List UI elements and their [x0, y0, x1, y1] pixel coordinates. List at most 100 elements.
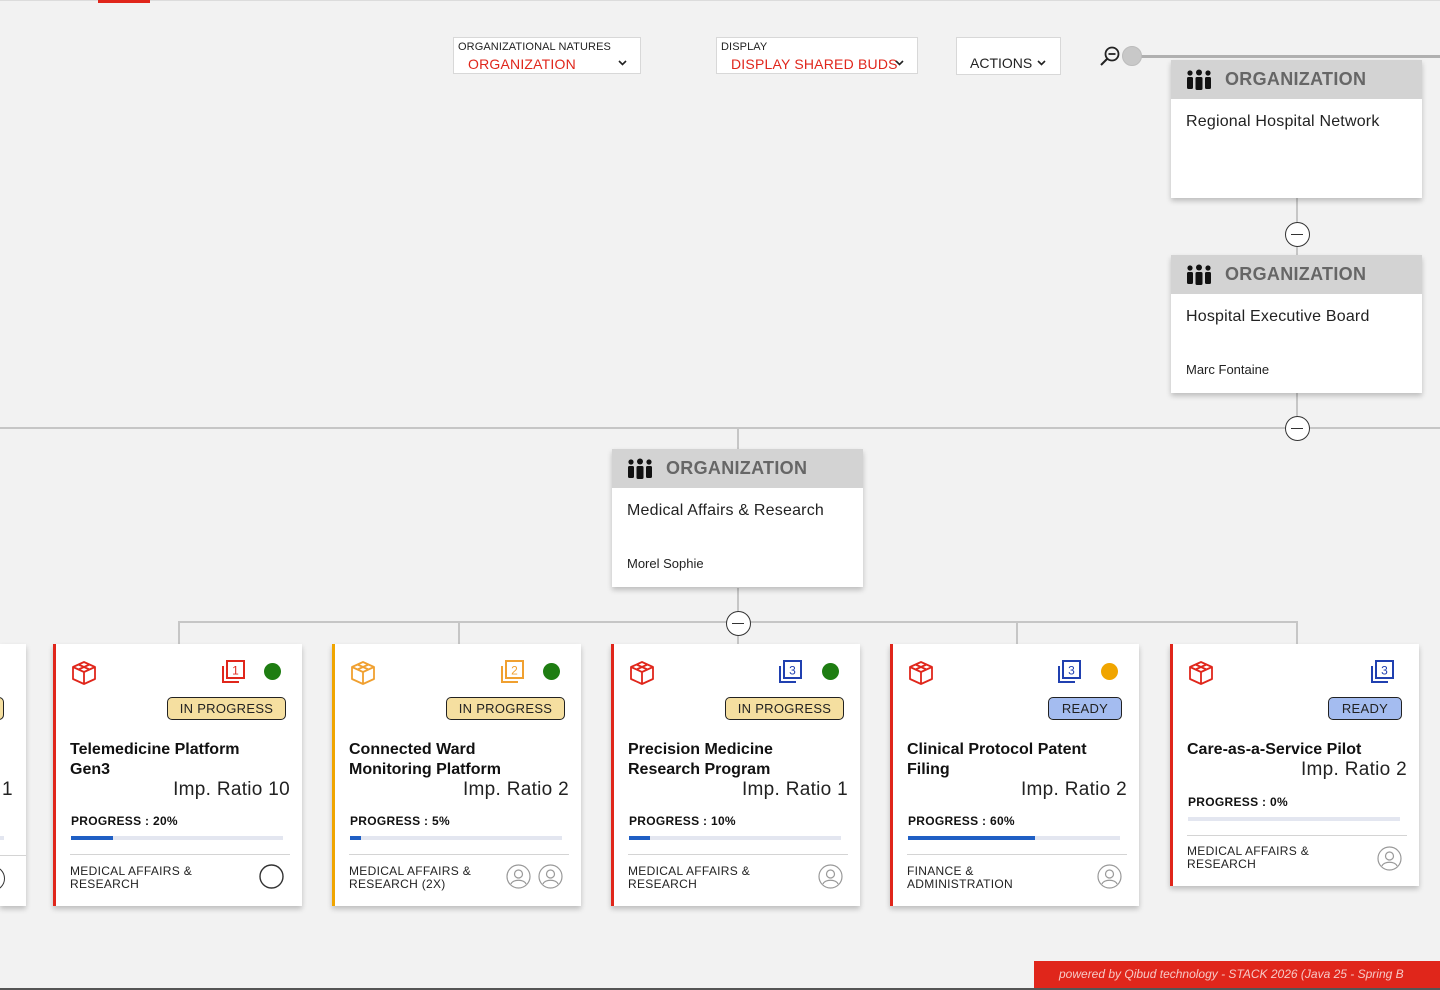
actions-label: ACTIONS	[970, 55, 1033, 71]
bud-organization: FINANCE & ADMINISTRATION	[907, 864, 1013, 891]
collapse-toggle[interactable]	[726, 611, 751, 636]
org-name: Medical Affairs & Research	[627, 502, 824, 519]
user-avatar-icon[interactable]	[538, 864, 563, 889]
progress-track	[0, 836, 4, 840]
progress-bar	[629, 836, 841, 840]
org-node-header: ORGANIZATION	[1171, 60, 1422, 99]
zoom-slider-handle[interactable]	[1122, 46, 1142, 66]
chevron-down-icon	[1037, 60, 1046, 66]
status-badge: IN PROGRESS	[167, 697, 286, 720]
connector-line	[1296, 621, 1298, 644]
level-number: 1	[232, 664, 239, 678]
collapse-toggle[interactable]	[1285, 222, 1310, 247]
bud-ratio-fragment: 1	[2, 779, 13, 800]
progress-fill	[71, 836, 114, 840]
bud-title[interactable]: Connected Ward Monitoring Platform	[349, 740, 549, 780]
bud-card[interactable]: 3 IN PROGRESS Precision Medicine Researc…	[611, 644, 860, 906]
bud-ratio: Imp. Ratio 2	[1020, 779, 1127, 800]
progress-bar	[71, 836, 283, 840]
level-number: 3	[789, 664, 796, 678]
collapse-toggle[interactable]	[1285, 416, 1310, 441]
org-type-label: ORGANIZATION	[1225, 264, 1367, 284]
status-badge: READY	[1048, 697, 1122, 720]
level-number: 3	[1381, 664, 1388, 678]
status-dot	[264, 663, 281, 680]
user-avatar-icon[interactable]	[1097, 864, 1122, 889]
dropdown-label: DISPLAY	[721, 41, 768, 53]
actions-button[interactable]: ACTIONS	[956, 37, 1061, 75]
status-dot	[822, 663, 839, 680]
user-avatar-icon[interactable]	[818, 864, 843, 889]
org-node-medical-affairs-research[interactable]: ORGANIZATION Medical Affairs & Research …	[612, 449, 863, 587]
progress-label: PROGRESS : 0%	[1188, 795, 1288, 809]
user-avatar-icon[interactable]	[1377, 846, 1402, 871]
progress-label: PROGRESS : 60%	[908, 814, 1015, 828]
org-node-hospital-executive-board[interactable]: ORGANIZATION Hospital Executive Board Ma…	[1171, 255, 1422, 393]
status-badge	[0, 697, 4, 720]
bud-card[interactable]: 2 IN PROGRESS Connected Ward Monitoring …	[332, 644, 581, 906]
bud-card[interactable]: 1 IN PROGRESS Telemedicine Platform Gen3…	[53, 644, 302, 906]
organizational-natures-dropdown[interactable]: ORGANIZATIONAL NATURES ORGANIZATION	[453, 37, 641, 74]
connector-line	[178, 621, 180, 644]
bud-organization: MEDICAL AFFAIRS & RESEARCH	[1187, 844, 1310, 871]
org-name: Regional Hospital Network	[1186, 113, 1380, 130]
progress-label: PROGRESS : 10%	[629, 814, 736, 828]
progress-label: PROGRESS : 5%	[350, 814, 450, 828]
level-number: 2	[511, 664, 518, 678]
chevron-down-icon	[895, 60, 904, 66]
org-type-label: ORGANIZATION	[1225, 69, 1367, 89]
zoom-slider-track[interactable]	[1131, 55, 1440, 58]
bud-cube-icon	[630, 661, 654, 685]
bud-organization: MEDICAL AFFAIRS & RESEARCH	[70, 864, 193, 891]
footer-banner: powered by Qibud technology - STACK 2026…	[1034, 961, 1440, 988]
bud-card-partial[interactable]: 1	[0, 644, 26, 906]
bud-ratio: Imp. Ratio 10	[173, 779, 290, 800]
user-avatar-icon[interactable]	[506, 864, 531, 889]
bud-cube-icon	[351, 661, 375, 685]
bud-card[interactable]: 3 READY Clinical Protocol Patent Filing …	[890, 644, 1139, 906]
top-border	[0, 0, 1440, 1]
org-node-header: ORGANIZATION	[612, 449, 863, 488]
progress-fill	[908, 836, 1036, 840]
footer-text: powered by Qibud technology - STACK 2026…	[1059, 967, 1404, 981]
assignee-placeholder-icon[interactable]	[259, 864, 284, 889]
status-dot	[1101, 663, 1118, 680]
separator	[907, 854, 1127, 855]
chevron-down-icon	[618, 60, 627, 66]
level-3-icon: 3	[1371, 660, 1394, 683]
status-badge: IN PROGRESS	[725, 697, 844, 720]
active-tab-indicator	[98, 0, 150, 3]
progress-fill	[629, 836, 651, 840]
org-type-label: ORGANIZATION	[666, 458, 808, 478]
assignee-placeholder[interactable]	[0, 866, 5, 891]
org-node-regional-hospital-network[interactable]: ORGANIZATION Regional Hospital Network	[1171, 60, 1422, 198]
team-icon	[1187, 69, 1211, 90]
display-dropdown[interactable]: DISPLAY DISPLAY SHARED BUDS	[716, 37, 918, 74]
bud-ratio: Imp. Ratio 2	[462, 779, 569, 800]
zoom-out-icon[interactable]	[1099, 45, 1123, 67]
separator	[70, 854, 290, 855]
separator	[1187, 835, 1407, 836]
progress-bar	[908, 836, 1120, 840]
org-manager: Morel Sophie	[627, 556, 704, 571]
bud-ratio: Imp. Ratio 1	[741, 779, 848, 800]
bud-title[interactable]: Care-as-a-Service Pilot	[1187, 740, 1387, 760]
bud-title[interactable]: Telemedicine Platform Gen3	[70, 740, 270, 780]
connector-line	[1016, 621, 1018, 644]
dropdown-label: ORGANIZATIONAL NATURES	[458, 41, 611, 53]
level-number: 3	[1068, 664, 1075, 678]
bud-card[interactable]: 3 READY Care-as-a-Service Pilot Imp. Rat…	[1170, 644, 1419, 886]
org-name: Hospital Executive Board	[1186, 308, 1370, 325]
bud-title[interactable]: Precision Medicine Research Program	[628, 740, 828, 780]
bud-cube-icon	[909, 661, 933, 685]
org-manager: Marc Fontaine	[1186, 362, 1270, 377]
status-badge: IN PROGRESS	[446, 697, 565, 720]
team-icon	[1187, 264, 1211, 285]
bud-title[interactable]: Clinical Protocol Patent Filing	[907, 740, 1107, 780]
separator	[628, 854, 848, 855]
dropdown-value: DISPLAY SHARED BUDS	[731, 56, 898, 72]
status-dot	[543, 663, 560, 680]
level-1-icon: 1	[222, 660, 245, 683]
bud-cube-icon	[72, 661, 96, 685]
connector-line	[737, 428, 739, 449]
